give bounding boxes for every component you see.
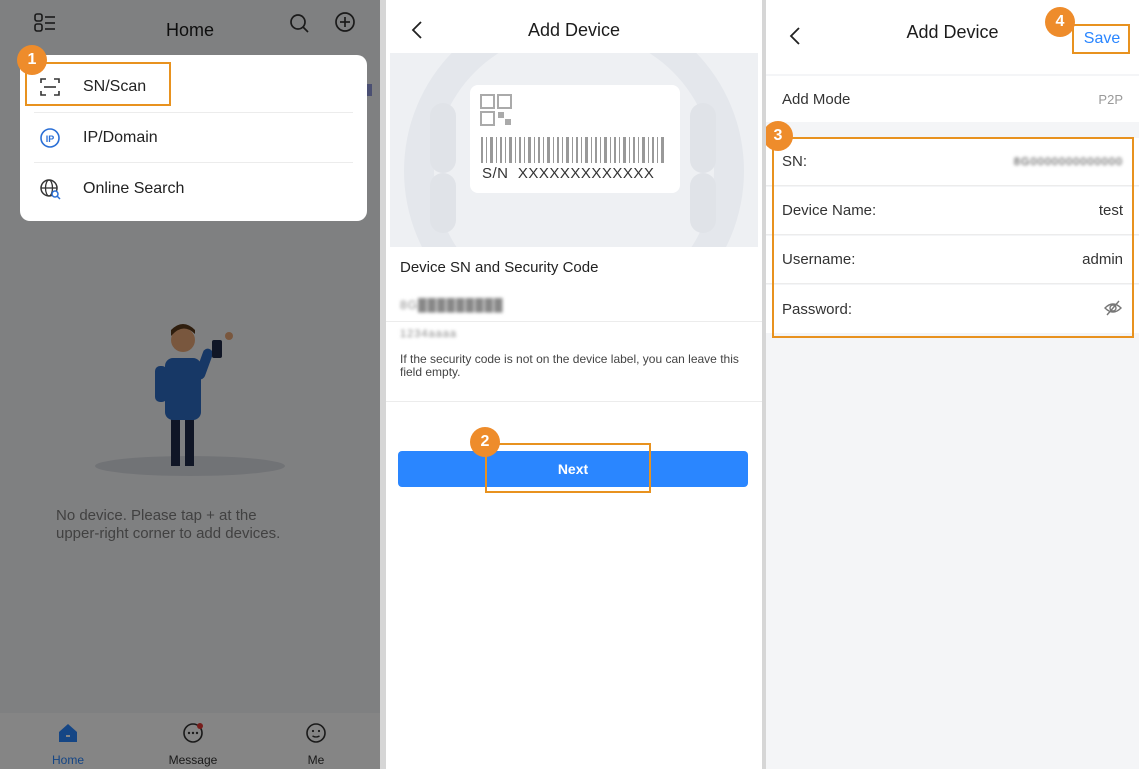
svg-text:IP: IP	[46, 134, 55, 144]
scan-screen: Add Device S/N XXXXXXXXXXXXX Device SN a…	[386, 0, 762, 769]
step2-badge: 2	[470, 427, 500, 457]
add-mode-row: Add Mode P2P	[766, 76, 1139, 122]
device-form-screen: Add Device Save 4 Add Mode P2P SN: 8G000…	[766, 0, 1139, 769]
sn-input[interactable]: 8G█████████	[386, 288, 762, 322]
step4-badge: 4	[1045, 7, 1075, 37]
serial-number-label: S/N XXXXXXXXXXXXX	[482, 165, 655, 182]
device-label-illustration: S/N XXXXXXXXXXXXX	[390, 53, 758, 247]
step4-highlight	[1072, 24, 1130, 54]
menu-label-ip-domain: IP/Domain	[83, 129, 158, 146]
home-screen: Home No device. Please tap + at the uppe…	[0, 0, 380, 769]
security-code-hint: If the security code is not on the devic…	[400, 352, 739, 379]
menu-label-online-search: Online Search	[83, 180, 185, 197]
back-icon[interactable]	[782, 22, 810, 50]
security-code-value: 1234aaaa	[400, 328, 457, 340]
ip-icon: IP	[38, 126, 62, 150]
back-icon[interactable]	[404, 16, 432, 44]
form-title: Add Device	[906, 21, 999, 42]
step1-highlight	[25, 62, 171, 106]
security-code-input[interactable]: 1234aaaa	[386, 322, 762, 348]
step3-highlight	[772, 137, 1134, 338]
scan-title: Add Device	[527, 19, 621, 40]
menu-item-ip-domain[interactable]: IP IP/Domain	[20, 113, 367, 163]
sn-input-value: 8G█████████	[400, 298, 504, 312]
add-mode-value: P2P	[1098, 91, 1123, 107]
menu-item-online-search[interactable]: Online Search	[20, 164, 367, 214]
scan-navbar: Add Device	[386, 0, 762, 60]
step2-highlight	[485, 443, 651, 493]
step1-badge: 1	[17, 45, 47, 75]
globe-search-icon	[38, 177, 62, 201]
section-divider	[386, 401, 762, 402]
menu-divider	[34, 162, 353, 163]
add-mode-label: Add Mode	[782, 90, 851, 108]
sn-code-section-title: Device SN and Security Code	[400, 259, 599, 276]
